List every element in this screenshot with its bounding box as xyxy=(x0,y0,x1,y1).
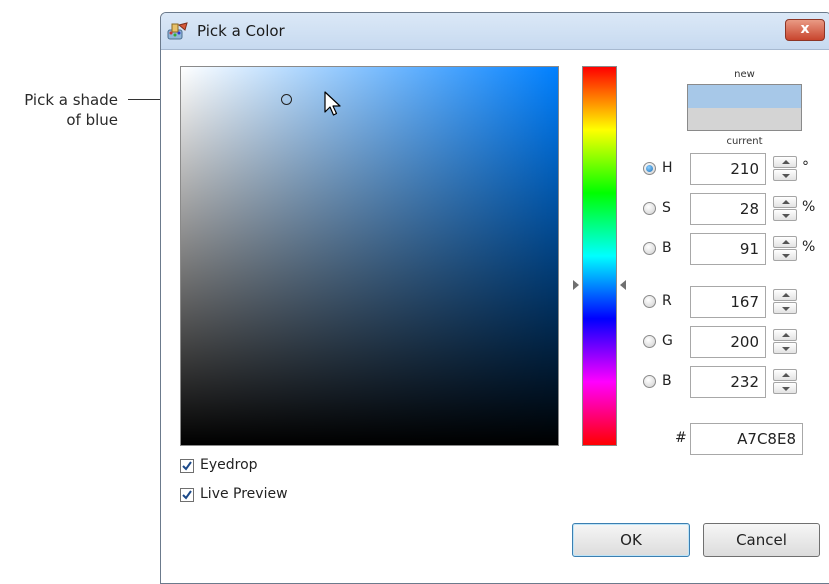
label-blue: B xyxy=(662,373,672,389)
ok-button[interactable]: OK xyxy=(572,523,690,557)
green-spinner[interactable] xyxy=(773,329,797,355)
hue-slider[interactable] xyxy=(582,66,617,446)
saturation-spinner[interactable] xyxy=(773,196,797,222)
swatch-new-color xyxy=(688,85,801,108)
color-selection-marker[interactable] xyxy=(281,94,292,105)
eyedrop-checkbox[interactable] xyxy=(180,459,194,473)
swatch-current-label: current xyxy=(726,136,763,147)
title-bar[interactable]: Pick a Color x xyxy=(161,13,829,50)
blue-spin-down-button[interactable] xyxy=(773,382,797,394)
green-spin-down-button[interactable] xyxy=(773,342,797,354)
radio-hue[interactable] xyxy=(643,162,656,175)
color-swatch xyxy=(687,84,802,131)
radio-blue[interactable] xyxy=(643,375,656,388)
green-spin-up-button[interactable] xyxy=(773,329,797,341)
live-preview-checkbox[interactable] xyxy=(180,488,194,502)
hue-pointer-right-icon[interactable] xyxy=(620,280,626,290)
mouse-pointer-icon xyxy=(324,91,341,116)
brightness-input[interactable]: 91 xyxy=(690,233,766,265)
radio-saturation[interactable] xyxy=(643,202,656,215)
close-icon: x xyxy=(800,21,810,37)
hue-spin-up-button[interactable] xyxy=(773,156,797,168)
swatch-new-label: new xyxy=(734,69,755,80)
green-input[interactable]: 200 xyxy=(690,326,766,358)
hue-spin-down-button[interactable] xyxy=(773,169,797,181)
hue-spinner[interactable] xyxy=(773,156,797,182)
hex-prefix: # xyxy=(675,430,687,446)
swatch-current-color xyxy=(688,108,801,130)
annotation-callout: Pick a shade of blue xyxy=(0,90,118,130)
hex-input[interactable]: A7C8E8 xyxy=(690,423,803,455)
saturation-brightness-picker[interactable] xyxy=(180,66,559,446)
blue-spinner[interactable] xyxy=(773,369,797,395)
annotation-line-1: Pick a shade xyxy=(24,91,118,109)
unit-percent: % xyxy=(802,239,816,255)
saturation-spin-down-button[interactable] xyxy=(773,209,797,221)
dialog-title: Pick a Color xyxy=(197,22,285,40)
label-red: R xyxy=(662,293,672,309)
unit-percent: % xyxy=(802,199,816,215)
live-preview-label: Live Preview xyxy=(200,486,288,502)
color-picker-dialog: Pick a Color x new current H 210 ° S 28 … xyxy=(160,12,829,584)
close-button[interactable]: x xyxy=(785,19,825,41)
hue-input[interactable]: 210 xyxy=(690,153,766,185)
red-spin-up-button[interactable] xyxy=(773,289,797,301)
eyedrop-label: Eyedrop xyxy=(200,457,258,473)
radio-green[interactable] xyxy=(643,335,656,348)
paint-palette-icon xyxy=(167,22,188,40)
red-spinner[interactable] xyxy=(773,289,797,315)
cancel-button[interactable]: Cancel xyxy=(703,523,820,557)
blue-input[interactable]: 232 xyxy=(690,366,766,398)
blue-spin-up-button[interactable] xyxy=(773,369,797,381)
brightness-spin-up-button[interactable] xyxy=(773,236,797,248)
saturation-input[interactable]: 28 xyxy=(690,193,766,225)
brightness-spin-down-button[interactable] xyxy=(773,249,797,261)
checkmark-icon xyxy=(182,461,192,471)
label-saturation: S xyxy=(662,200,671,216)
hue-pointer-left-icon[interactable] xyxy=(573,280,579,290)
label-brightness: B xyxy=(662,240,672,256)
saturation-spin-up-button[interactable] xyxy=(773,196,797,208)
checkmark-icon xyxy=(182,490,192,500)
unit-degree: ° xyxy=(802,159,809,175)
label-hue: H xyxy=(662,160,673,176)
radio-red[interactable] xyxy=(643,295,656,308)
red-spin-down-button[interactable] xyxy=(773,302,797,314)
radio-brightness[interactable] xyxy=(643,242,656,255)
label-green: G xyxy=(662,333,673,349)
brightness-spinner[interactable] xyxy=(773,236,797,262)
annotation-line-2: of blue xyxy=(66,111,118,129)
red-input[interactable]: 167 xyxy=(690,286,766,318)
